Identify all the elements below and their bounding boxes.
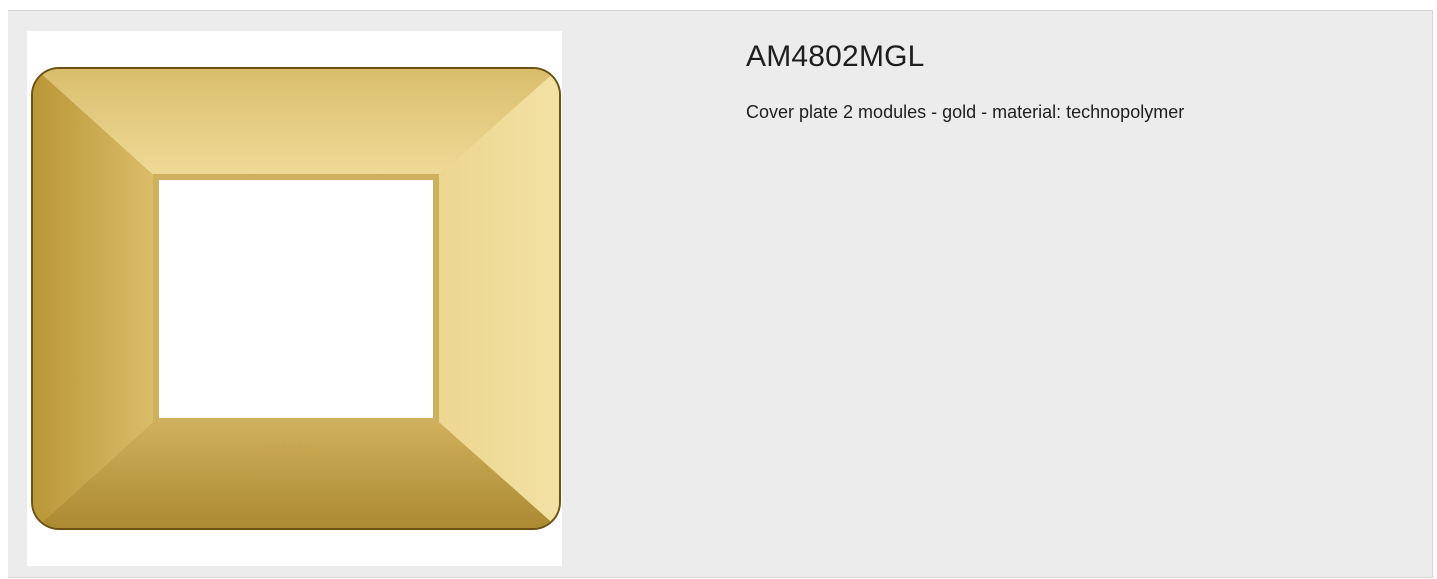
product-code: AM4802MGL — [746, 40, 925, 73]
product-info: AM4802MGL Cover plate 2 modules - gold -… — [746, 39, 1412, 124]
product-card: bticino AM4802MGL Cover plate 2 modules … — [8, 10, 1433, 578]
plate-opening — [159, 180, 433, 418]
product-description: Cover plate 2 modules - gold - material:… — [746, 102, 1185, 122]
cover-plate-image: bticino — [31, 67, 561, 530]
brand-logo: bticino — [265, 441, 328, 460]
product-image[interactable]: bticino — [27, 31, 562, 566]
